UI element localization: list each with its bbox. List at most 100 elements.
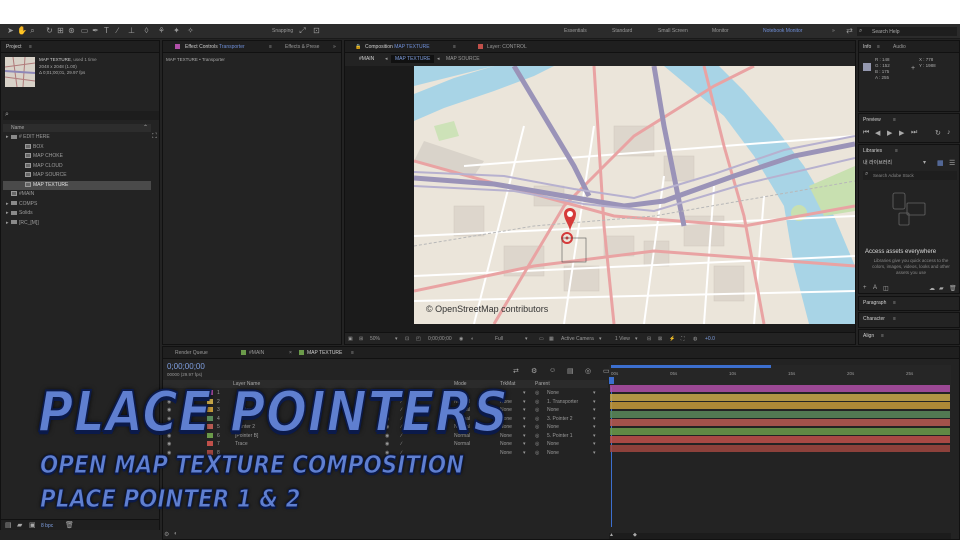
hand-tool-icon[interactable]: ✋ <box>17 26 27 35</box>
align-label[interactable]: Align <box>863 333 874 339</box>
layer-parent[interactable]: 1. Transporter <box>547 398 578 406</box>
audio-tab[interactable]: Audio <box>893 44 906 50</box>
workspace-small-screen[interactable]: Small Screen <box>658 28 688 34</box>
parent-dropdown-icon[interactable]: ▾ <box>593 440 596 448</box>
project-item[interactable]: BOX <box>3 143 151 152</box>
last-frame-icon[interactable]: ⏭ <box>911 129 917 137</box>
parent-pickwhip-icon[interactable]: ◎ <box>535 398 539 406</box>
prev-frame-icon[interactable]: ◀ <box>875 129 880 137</box>
parent-dropdown-icon[interactable]: ▾ <box>593 398 596 406</box>
project-column-header[interactable]: Name ⌃ <box>3 124 151 132</box>
playhead-handle[interactable] <box>609 377 614 384</box>
rotate-tool-icon[interactable]: ↻ <box>45 26 54 35</box>
project-item[interactable]: ▸ [RC_[M]] <box>3 219 151 228</box>
project-item[interactable]: MAP TEXTURE <box>3 180 151 190</box>
breadcrumb-map-texture[interactable]: MAP TEXTURE <box>391 55 435 63</box>
mask-icon[interactable]: ◰ <box>416 336 421 342</box>
parent-pickwhip-icon[interactable]: ◎ <box>535 449 539 457</box>
audio-icon[interactable]: ♪ <box>947 129 951 136</box>
trkmat-dropdown-icon[interactable]: ▾ <box>523 398 526 406</box>
camera-value[interactable]: Active Camera <box>561 336 594 342</box>
trkmat-dropdown-icon[interactable]: ▾ <box>523 415 526 423</box>
project-item[interactable]: MAP CLOUD <box>3 162 151 171</box>
parent-dropdown-icon[interactable]: ▾ <box>593 415 596 423</box>
character-label[interactable]: Character <box>863 316 885 322</box>
pen-tool-icon[interactable]: ✒ <box>91 26 100 35</box>
composition-tab[interactable]: Composition MAP TEXTURE <box>365 44 430 50</box>
channel-icon[interactable]: ◐ <box>471 336 474 342</box>
project-search[interactable]: ⌕ <box>3 111 159 120</box>
parent-dropdown-icon[interactable]: ▾ <box>593 432 596 440</box>
preview-menu-icon[interactable]: ≡ <box>893 117 896 123</box>
workspace-essentials[interactable]: Essentials <box>564 28 587 34</box>
frame-blending-icon[interactable]: ▤ <box>567 367 574 375</box>
main-tab[interactable]: #MAIN <box>249 350 264 356</box>
layer-parent[interactable]: None <box>547 440 559 448</box>
preview-label[interactable]: Preview <box>863 117 881 123</box>
trkmat-dropdown-icon[interactable]: ▾ <box>523 449 526 457</box>
stock-search[interactable]: ⌕ Search Adobe Stock <box>863 171 957 180</box>
flowchart-comp-icon[interactable]: ⛶ <box>681 336 685 342</box>
shy-icon[interactable]: ☺ <box>549 367 556 374</box>
project-item[interactable]: ▸ Solids <box>3 209 151 218</box>
character-menu-icon[interactable]: ≡ <box>893 316 896 322</box>
grid-view-icon[interactable]: ▦ <box>937 159 944 167</box>
trkmat-dropdown-icon[interactable]: ▾ <box>523 440 526 448</box>
composition-menu-icon[interactable]: ≡ <box>453 44 456 50</box>
composition-viewer-map[interactable]: © OpenStreetMap contributors <box>414 66 855 324</box>
resolution-dropdown-icon[interactable]: ▾ <box>525 336 528 342</box>
workspace-monitor[interactable]: Monitor <box>712 28 729 34</box>
clone-tool-icon[interactable]: ⊥ <box>127 26 136 35</box>
play-icon[interactable]: ▶ <box>887 129 892 137</box>
list-view-icon[interactable]: ☰ <box>949 159 955 167</box>
snapping-label[interactable]: Snapping <box>272 28 293 34</box>
sort-icon[interactable]: ⌃ <box>143 124 148 131</box>
trkmat-dropdown-icon[interactable]: ▾ <box>523 423 526 431</box>
workspace-notebook-monitor[interactable]: Notebook Monitor <box>763 28 802 34</box>
stock-icon[interactable]: ▰ <box>939 285 944 292</box>
cloud-icon[interactable]: ☁ <box>929 285 935 292</box>
layer-parent[interactable]: None <box>547 449 559 457</box>
project-item[interactable]: ▸ # EDIT HERE <box>3 133 151 142</box>
transparency-grid-icon[interactable]: ▦ <box>549 336 554 342</box>
exposure-icon[interactable]: ◍ <box>693 336 697 342</box>
parent-pickwhip-icon[interactable]: ◎ <box>535 432 539 440</box>
library-dropdown-icon[interactable]: ▾ <box>923 159 926 166</box>
toggle-pixel-icon[interactable]: ⊟ <box>647 336 651 342</box>
paragraph-label[interactable]: Paragraph <box>863 300 886 306</box>
map-texture-tab[interactable]: MAP TEXTURE <box>307 350 342 356</box>
puppet-pin-tool-icon[interactable]: ✦ <box>172 26 181 35</box>
time-ruler[interactable]: 00s 05s 10s 15s 20s 25s <box>609 365 951 387</box>
main-tab-close-icon[interactable]: × <box>289 350 292 356</box>
resolution-value[interactable]: Full <box>495 336 503 342</box>
breadcrumb-main[interactable]: #MAIN <box>359 56 374 62</box>
camera-tool-icon[interactable]: ⊞ <box>56 26 65 35</box>
snap-icon[interactable]: ⤢ <box>298 26 307 35</box>
first-frame-icon[interactable]: ⏮ <box>863 129 869 137</box>
view-value[interactable]: 1 View <box>615 336 630 342</box>
bpc-label[interactable]: 8 bpc <box>41 523 53 529</box>
add-content-icon[interactable]: + <box>863 285 867 291</box>
project-item[interactable]: MAP CHOKE <box>3 152 151 161</box>
layer-parent[interactable]: None <box>547 406 559 414</box>
info-menu-icon[interactable]: ≡ <box>877 44 880 50</box>
draft-3d-icon[interactable]: ⚙ <box>531 367 537 375</box>
timeline-current-time[interactable]: 0;00;00;00 <box>167 362 205 371</box>
work-area-bar[interactable] <box>611 365 771 368</box>
layer-trkmat[interactable]: None <box>500 449 512 457</box>
effect-controls-tab[interactable]: Effect Controls Transporter <box>185 44 245 50</box>
parent-pickwhip-icon[interactable]: ◎ <box>535 440 539 448</box>
parent-pickwhip-icon[interactable]: ◎ <box>535 406 539 414</box>
layer-parent[interactable]: 5. Pointer 1 <box>547 432 573 440</box>
puppet-tool-icon[interactable]: ✧ <box>186 26 195 35</box>
pan-behind-tool-icon[interactable]: ⊛ <box>67 26 76 35</box>
breadcrumb-map-source[interactable]: MAP SOURCE <box>446 56 480 62</box>
effects-presets-tab[interactable]: Effects & Prese <box>285 44 319 50</box>
sync-icon[interactable]: ⇄ <box>845 26 854 35</box>
region-icon[interactable]: ▣ <box>348 336 353 342</box>
add-text-icon[interactable]: A <box>873 285 877 291</box>
new-folder-icon[interactable]: ▰ <box>17 521 22 529</box>
project-item[interactable]: MAP SOURCE <box>3 171 151 180</box>
exposure-value[interactable]: +0.0 <box>705 336 715 342</box>
trkmat-dropdown-icon[interactable]: ▾ <box>523 389 526 397</box>
